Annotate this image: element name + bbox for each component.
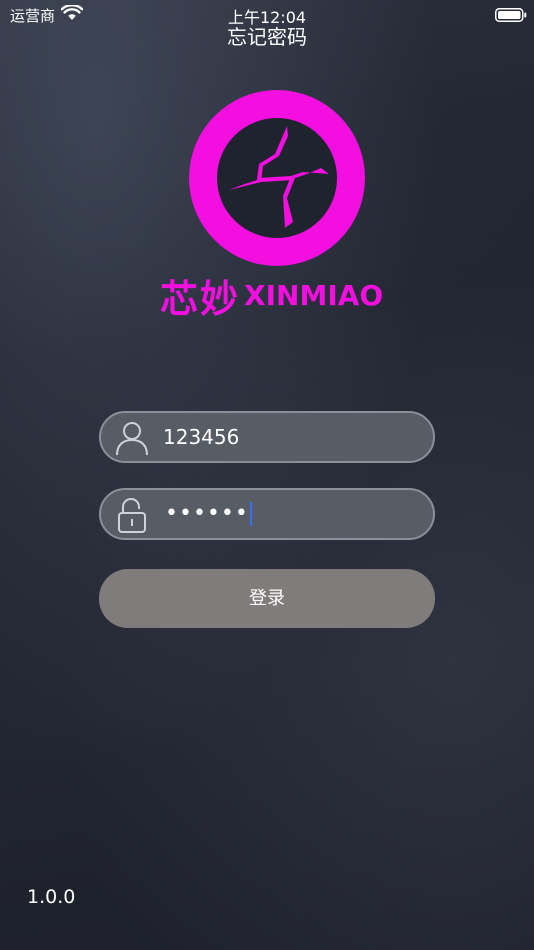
username-input[interactable] [163,413,413,461]
text-cursor [249,502,252,526]
unlock-icon [115,497,149,533]
app-version: 1.0.0 [27,886,76,908]
brand-name-english: XINMIAO [244,279,384,312]
user-icon [115,420,149,456]
brand-name-chinese: 芯妙 [160,276,241,321]
forgot-password-link[interactable]: 忘记密码 [0,21,534,50]
xinmiao-logo-icon [189,90,365,266]
password-masked-value: •••••• [165,501,249,526]
password-field[interactable]: •••••• [99,488,435,540]
login-button[interactable]: 登录 [99,569,435,628]
battery-icon [495,7,527,22]
brand-wordmark: 芯妙 XINMIAO [160,268,410,321]
password-input[interactable]: •••••• [165,500,252,528]
username-field[interactable] [99,411,435,463]
